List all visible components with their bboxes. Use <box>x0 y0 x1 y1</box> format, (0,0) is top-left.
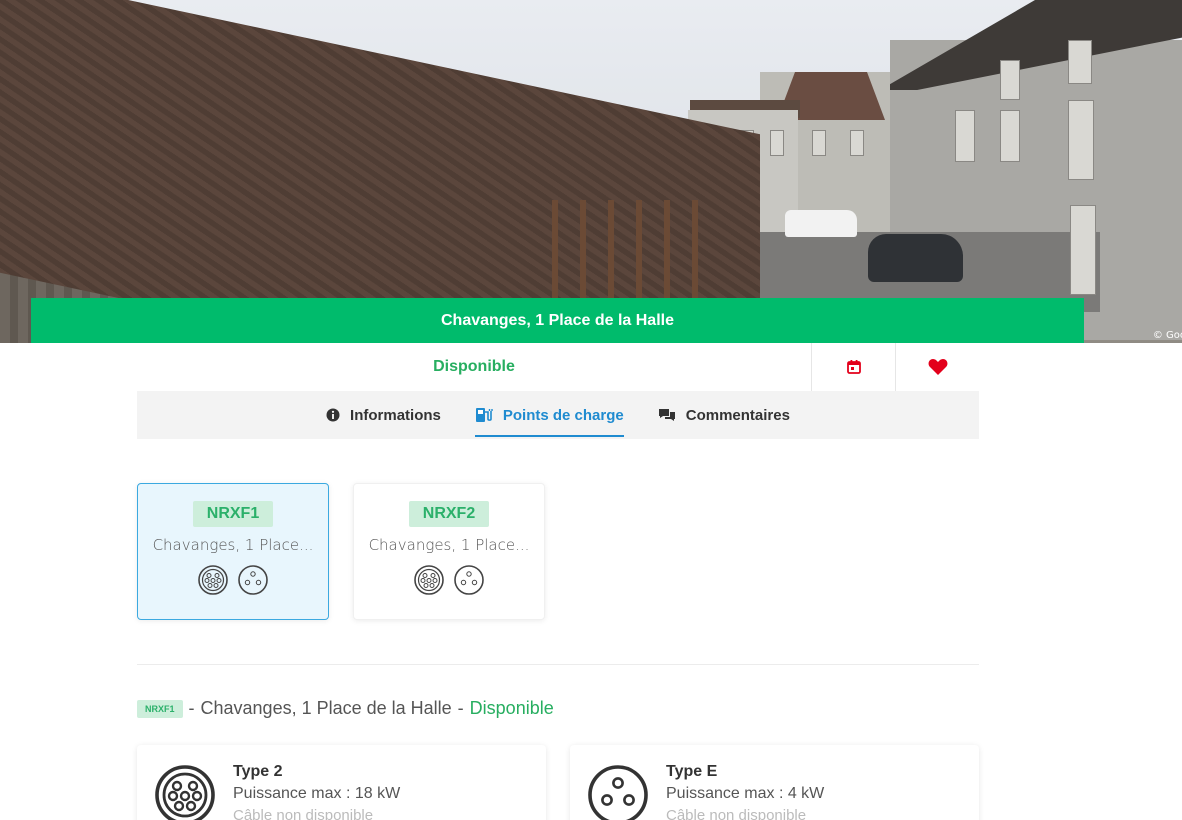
connector-type: Type E <box>666 763 718 780</box>
calendar-icon <box>846 360 861 374</box>
station-photo: © Goo <box>0 0 1182 343</box>
plug-list <box>197 564 269 596</box>
calendar-button[interactable] <box>811 343 895 391</box>
charge-point-list: NRXF1 Chavanges, 1 Place... NRXF2 Chavan… <box>137 483 545 620</box>
typeE-plug-icon <box>454 565 484 595</box>
detail-address: Chavanges, 1 Place de la Halle <box>200 698 452 718</box>
station-status: Disponible <box>433 358 515 375</box>
image-watermark: © Goo <box>1152 330 1182 341</box>
connector-list: Type 2 Puissance max : 18 kW Câble non d… <box>137 745 979 820</box>
connector-card-typeE: Type E Puissance max : 4 kW Câble non di… <box>570 745 979 820</box>
tab-points-de-charge[interactable]: Points de charge <box>474 391 624 439</box>
connector-type: Type 2 <box>233 763 283 780</box>
section-divider <box>137 664 979 665</box>
detail-separator: - <box>188 698 195 718</box>
charge-point-card-nrxf2[interactable]: NRXF2 Chavanges, 1 Place... <box>353 483 545 620</box>
comments-icon <box>658 409 675 421</box>
tab-informations[interactable]: Informations <box>326 391 441 439</box>
charge-point-card-nrxf1[interactable]: NRXF1 Chavanges, 1 Place... <box>137 483 329 620</box>
station-title: Chavanges, 1 Place de la Halle <box>31 298 1084 343</box>
type2-plug-icon <box>414 565 444 595</box>
info-icon <box>326 408 340 422</box>
connector-cable: Câble non disponible <box>666 807 807 820</box>
heart-icon <box>928 359 947 375</box>
plug-list <box>413 564 485 596</box>
tab-label: Informations <box>350 406 441 424</box>
charge-point-id: NRXF1 <box>192 501 274 527</box>
charging-station-icon <box>475 408 493 422</box>
connector-cable: Câble non disponible <box>233 807 374 820</box>
favorite-button[interactable] <box>895 343 979 391</box>
typeE-plug-icon <box>588 765 648 820</box>
tab-label: Commentaires <box>685 406 790 424</box>
detail-separator: - <box>457 698 464 718</box>
connector-power: Puissance max : 4 kW <box>666 785 825 802</box>
status-row: Disponible <box>137 343 979 391</box>
connector-power: Puissance max : 18 kW <box>233 785 401 802</box>
type2-plug-icon <box>198 565 228 595</box>
type2-plug-icon <box>155 765 215 820</box>
connector-info: Type E Puissance max : 4 kW Câble non di… <box>666 763 825 820</box>
charge-point-address: Chavanges, 1 Place... <box>152 536 314 554</box>
connector-card-type2: Type 2 Puissance max : 18 kW Câble non d… <box>137 745 546 820</box>
charge-point-id: NRXF2 <box>408 501 490 527</box>
charge-point-address: Chavanges, 1 Place... <box>368 536 530 554</box>
tab-label: Points de charge <box>502 406 624 424</box>
connector-info: Type 2 Puissance max : 18 kW Câble non d… <box>233 763 401 820</box>
tab-commentaires[interactable]: Commentaires <box>658 391 790 439</box>
charge-point-detail-heading: NRXF1 - Chavanges, 1 Place de la Halle -… <box>137 698 554 719</box>
typeE-plug-icon <box>238 565 268 595</box>
detail-badge: NRXF1 <box>137 699 183 718</box>
station-tabs: Informations Points de charge Commentair… <box>137 391 979 439</box>
detail-status: Disponible <box>469 698 554 718</box>
